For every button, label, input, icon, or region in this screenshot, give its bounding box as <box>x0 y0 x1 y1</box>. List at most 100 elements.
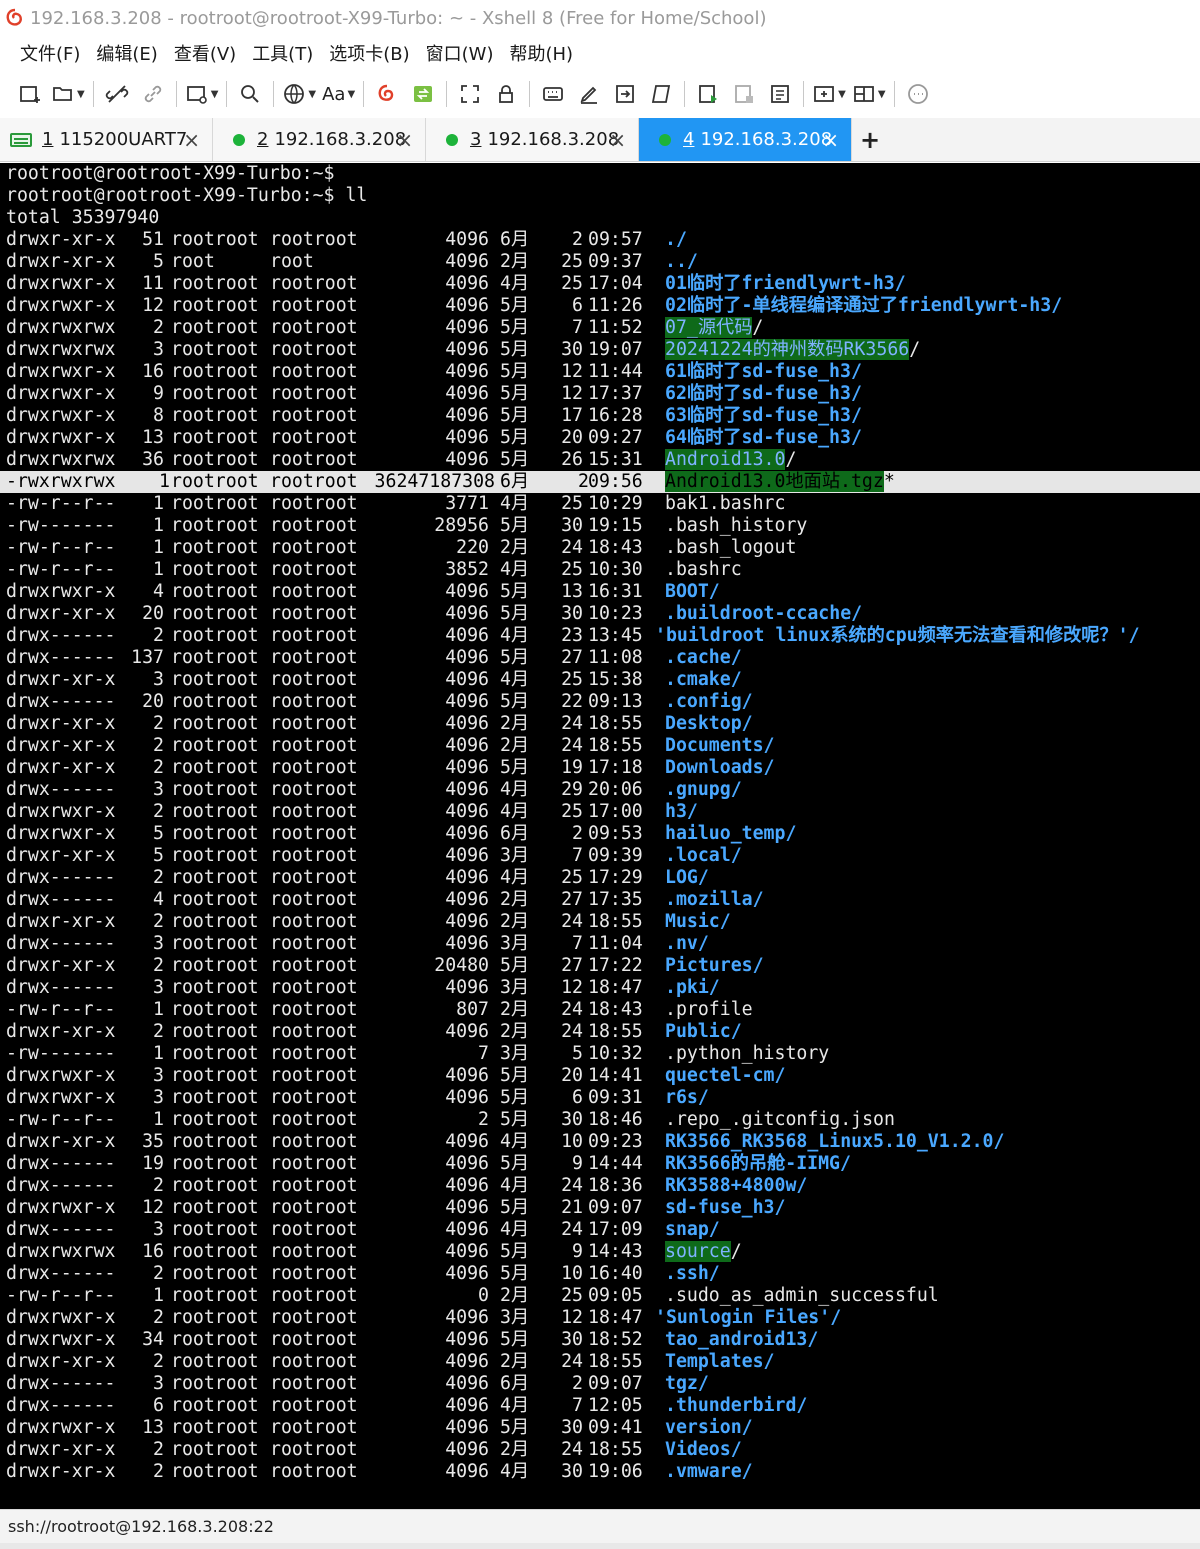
toolbar-divider <box>803 81 805 107</box>
xftp-transfer-button[interactable] <box>408 76 438 112</box>
highlight-button[interactable] <box>574 76 604 112</box>
entry-filename: hailuo_temp/ <box>665 823 796 845</box>
chevron-down-icon[interactable]: ▼ <box>308 89 316 100</box>
reconnect-button[interactable] <box>138 76 168 112</box>
entry-links: 12 <box>142 295 164 316</box>
fullscreen-button[interactable] <box>455 76 485 112</box>
entry-group: rootroot <box>270 229 358 250</box>
entry-day: 21 <box>561 1197 583 1218</box>
entry-month: 2月 <box>500 713 530 734</box>
keyboard-button[interactable] <box>538 76 568 112</box>
log-button[interactable] <box>765 76 795 112</box>
script-button[interactable] <box>646 76 676 112</box>
entry-perm: drwxrwxrwx <box>6 1241 116 1262</box>
menu-help[interactable]: 帮助(H) <box>501 40 581 66</box>
new-session-button[interactable] <box>15 76 45 112</box>
tab-session-4[interactable]: 4 192.168.3.208 × <box>639 118 852 161</box>
entry-day: 29 <box>561 779 583 800</box>
file-entry-row: drwx------ 20 rootroot rootroot 4096 5月 22 09:1… <box>6 691 1200 713</box>
entry-group: rootroot <box>270 867 358 888</box>
menu-tab[interactable]: 选项卡(B) <box>321 40 417 66</box>
chevron-down-icon[interactable]: ▼ <box>878 89 886 100</box>
menu-tools[interactable]: 工具(T) <box>244 40 321 66</box>
tab-session-3[interactable]: 3 192.168.3.208 × <box>426 118 639 161</box>
menu-view[interactable]: 查看(V) <box>166 40 244 66</box>
entry-month: 4月 <box>500 1395 530 1416</box>
entry-user: rootroot <box>171 1263 259 1284</box>
menu-edit[interactable]: 编辑(E) <box>88 40 165 66</box>
entry-month: 4月 <box>500 779 530 800</box>
close-icon[interactable]: × <box>609 128 626 152</box>
tab-serial[interactable]: 1 115200UART7 × <box>0 118 213 161</box>
entry-user: rootroot <box>171 691 259 712</box>
entry-perm: drwxr-xr-x <box>6 603 116 624</box>
entry-size: 4096 <box>445 229 489 250</box>
layout-button[interactable]: ▼ <box>852 76 886 112</box>
entry-user: rootroot <box>171 625 259 646</box>
entry-links: 3 <box>153 339 164 360</box>
file-entry-row: drwxr-xr-x 2 rootroot rootroot 4096 2月 24 18:55… <box>6 1021 1200 1043</box>
entry-size: 0 <box>478 1285 489 1306</box>
chevron-down-icon[interactable]: ▼ <box>838 89 846 100</box>
toolbar-divider <box>226 81 228 107</box>
entry-filename: Pictures/ <box>665 955 764 977</box>
send-icon <box>616 85 635 103</box>
chevron-down-icon[interactable]: ▼ <box>77 89 85 100</box>
font-button[interactable]: Aa ▼ <box>322 76 355 112</box>
menu-window[interactable]: 窗口(W) <box>418 40 502 66</box>
tab-session-2[interactable]: 2 192.168.3.208 × <box>213 118 426 161</box>
entry-time: 18:55 <box>588 1351 643 1372</box>
entry-name: 20241224的神州数码RK3566 <box>665 339 910 360</box>
close-icon[interactable]: × <box>396 128 413 152</box>
stop-script-button[interactable] <box>729 76 759 112</box>
entry-time: 18:43 <box>588 537 643 558</box>
entry-perm: drwxrwxrwx <box>6 317 116 338</box>
disconnect-button[interactable] <box>102 76 132 112</box>
entry-filename: tgz/ <box>665 1373 709 1395</box>
toolbar-divider <box>175 81 177 107</box>
terminal-output[interactable]: rootroot@rootroot-X99-Turbo:~$ rootroot@… <box>0 163 1200 1509</box>
entry-filename: 61临时了sd-fuse_h3/ <box>665 361 862 383</box>
xftp-button[interactable] <box>372 76 402 112</box>
entry-user: rootroot <box>171 1241 259 1262</box>
entry-name: .gnupg/ <box>665 779 742 800</box>
close-icon[interactable]: × <box>183 128 200 152</box>
menu-file[interactable]: 文件(F) <box>12 40 88 66</box>
entry-size: 4096 <box>445 1263 489 1284</box>
file-entry-row: drwxrwxr-x 13 rootroot rootroot 4096 5月 30 09:4… <box>6 1417 1200 1439</box>
entry-links: 19 <box>142 1153 164 1174</box>
search-icon <box>241 85 260 103</box>
entry-time: 17:09 <box>588 1219 643 1240</box>
entry-name: Pictures/ <box>665 955 764 976</box>
entry-month: 3月 <box>500 1043 530 1064</box>
session-properties-button[interactable]: ▼ <box>185 76 219 112</box>
find-button[interactable] <box>235 76 265 112</box>
run-script-button[interactable] <box>693 76 723 112</box>
entry-filename: 07_源代码/ <box>665 317 763 339</box>
entry-links: 2 <box>153 317 164 338</box>
tab-number: 3 <box>470 129 482 150</box>
entry-time: 19:06 <box>588 1461 643 1482</box>
toolbar-divider <box>273 81 275 107</box>
chevron-down-icon[interactable]: ▼ <box>211 89 219 100</box>
entry-links: 2 <box>153 735 164 756</box>
chat-button[interactable] <box>903 76 933 112</box>
status-bar: ssh://rootroot@192.168.3.208:22 <box>0 1509 1200 1543</box>
encoding-button[interactable]: ▼ <box>282 76 316 112</box>
entry-perm: drwxrwxr-x <box>6 1197 116 1218</box>
connection-address: ssh://rootroot@192.168.3.208:22 <box>8 1517 274 1536</box>
file-entry-row: drwxrwxr-x 2 rootroot rootroot 4096 4月 25 17:00… <box>6 801 1200 823</box>
add-tab-button[interactable]: + <box>852 118 888 161</box>
new-tab-button[interactable]: ▼ <box>812 76 846 112</box>
open-session-button[interactable]: ▼ <box>51 76 85 112</box>
close-icon[interactable]: × <box>822 128 839 152</box>
chevron-down-icon[interactable]: ▼ <box>347 89 355 100</box>
entry-time: 09:41 <box>588 1417 643 1438</box>
lock-button[interactable] <box>491 76 521 112</box>
entry-perm: drwxr-xr-x <box>6 955 116 976</box>
layout-icon <box>853 86 874 102</box>
compose-button[interactable] <box>610 76 640 112</box>
entry-month: 4月 <box>500 625 530 646</box>
entry-month: 5月 <box>500 295 530 316</box>
entry-group: rootroot <box>270 1285 358 1306</box>
